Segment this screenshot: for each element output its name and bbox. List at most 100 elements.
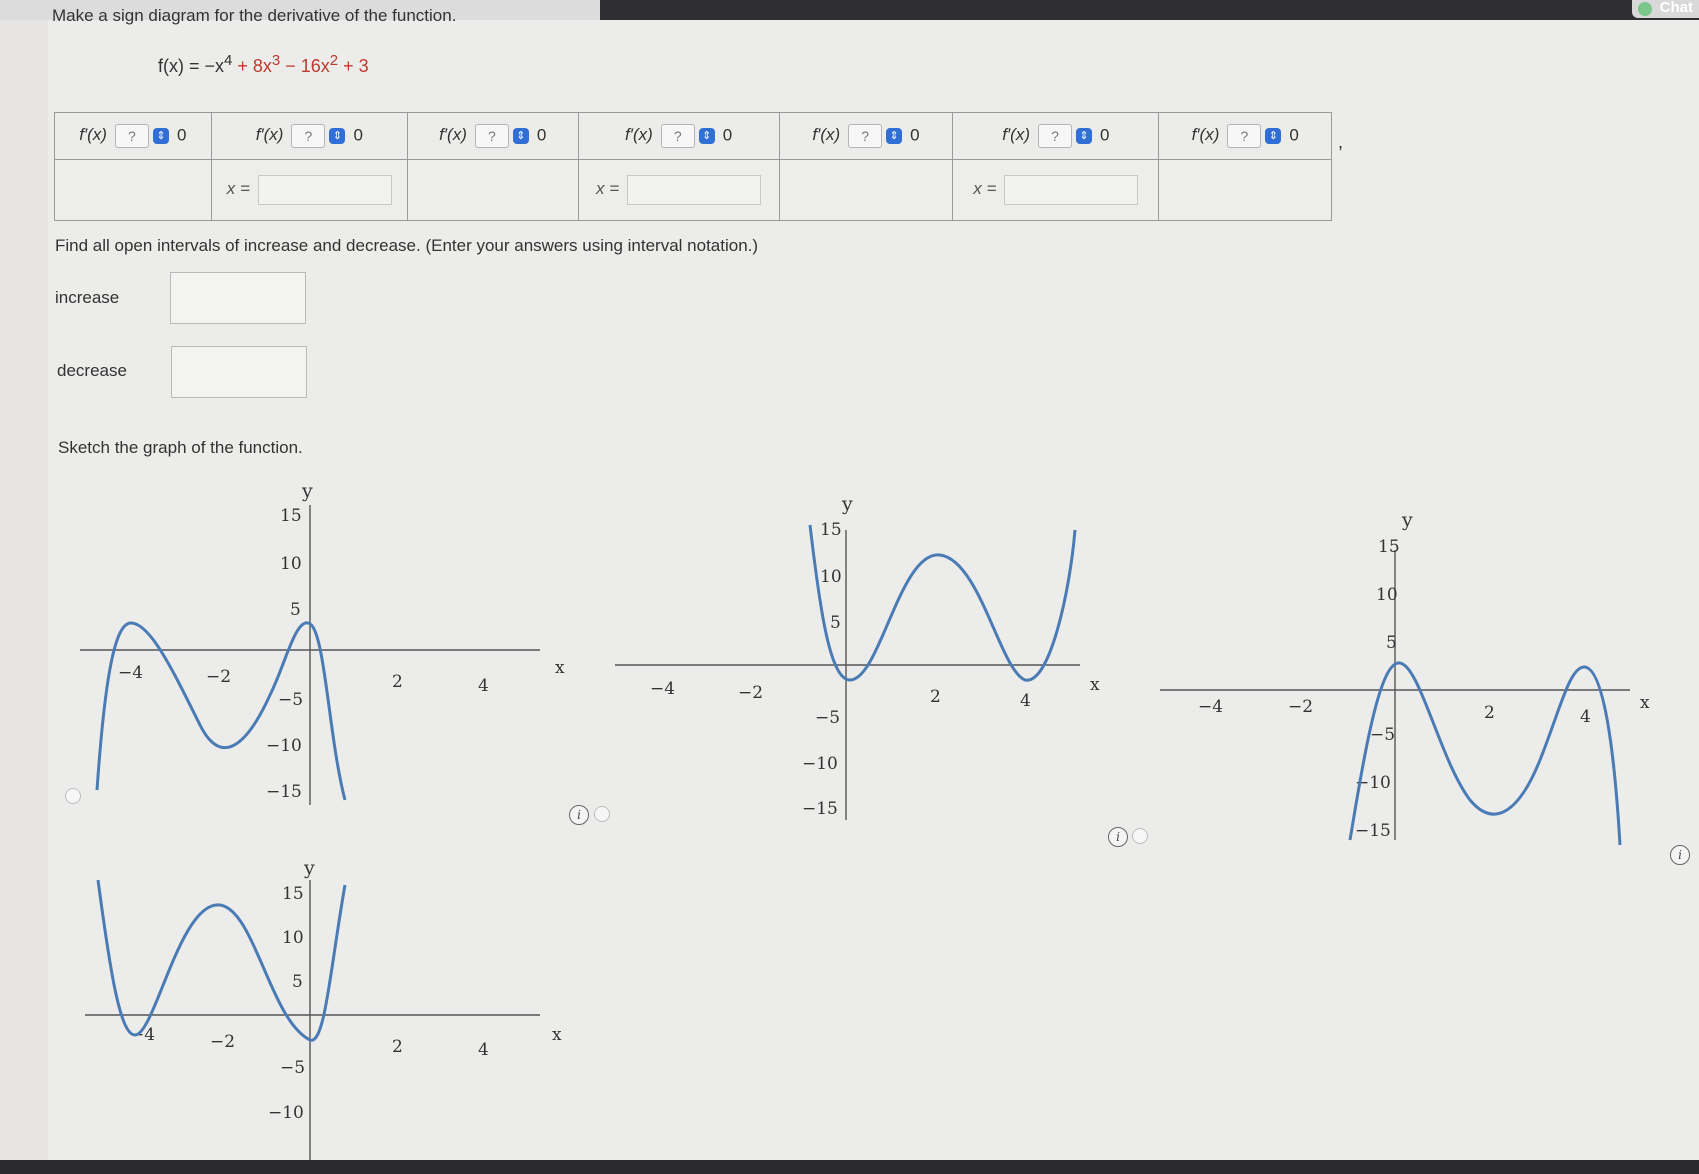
y-tick-label: −10 — [266, 736, 302, 756]
info-icon[interactable]: i — [1108, 827, 1128, 847]
x-tick-label: −2 — [738, 683, 763, 703]
x-tick-label: 4 — [478, 1040, 489, 1060]
x-tick-label: −4 — [650, 679, 675, 699]
sign-select[interactable]: ? — [848, 124, 883, 148]
select-arrow-icon[interactable]: ⇕ — [698, 128, 715, 144]
critical-points-row: x = x = x = — [54, 159, 1332, 221]
sign-cell: f′(x)? ⇕ 0 — [778, 112, 954, 160]
sign-select[interactable]: ? — [474, 124, 509, 148]
zero-label: 0 — [353, 125, 363, 145]
x-equals-label: x = — [973, 179, 997, 199]
fprime-label: f′(x) — [625, 125, 653, 145]
sign-cell: f′(x)? ⇕ 0 — [210, 112, 408, 160]
info-icon[interactable]: i — [569, 805, 589, 825]
sketch-instruction: Sketch the graph of the function. — [58, 438, 303, 457]
sign-row: f′(x)? ⇕ 0 f′(x)? ⇕ 0 f′(x)? ⇕ 0 f′(x)? ⇕ 0 f′(x… — [54, 112, 1332, 160]
zero-label: 0 — [536, 125, 547, 145]
y-tick-label: 10 — [282, 928, 304, 948]
y-tick-label: 15 — [280, 506, 302, 526]
zero-label: 0 — [910, 125, 920, 145]
select-arrow-icon[interactable]: ⇕ — [152, 128, 169, 144]
sign-cell: f′(x)? ⇕ 0 — [952, 112, 1160, 160]
info-icon[interactable]: i — [1670, 845, 1690, 865]
y-tick-label: 15 — [1378, 537, 1400, 557]
x-tick-label: −4 — [1198, 697, 1223, 717]
sign-cell: f′(x)? ⇕ 0 — [54, 112, 212, 160]
x-tick-label: 4 — [1580, 707, 1591, 727]
y-tick-label: −5 — [1370, 725, 1395, 745]
y-tick-label: 5 — [292, 972, 303, 992]
sign-select[interactable]: ? — [1037, 124, 1072, 148]
chat-button[interactable]: Chat — [1631, 0, 1699, 18]
select-arrow-icon[interactable]: ⇕ — [886, 128, 903, 144]
empty-cell — [54, 159, 212, 221]
fprime-label: f′(x) — [255, 125, 284, 145]
function-expression: f(x) = −x4 + 8x3 − 16x2 + 3 — [158, 52, 369, 76]
decrease-label: decrease — [57, 361, 127, 380]
select-arrow-icon[interactable]: ⇕ — [1075, 128, 1092, 144]
y-axis-label: y — [301, 480, 313, 502]
x-axis-label: x — [555, 658, 565, 678]
x-axis-label: x — [1640, 693, 1650, 713]
fprime-label: f′(x) — [79, 125, 107, 145]
x-tick-label: 2 — [1484, 703, 1495, 723]
select-arrow-icon[interactable]: ⇕ — [1265, 128, 1282, 144]
graph-option-a[interactable]: x y −4 −2 2 4 15 10 5 −5 −10 −15 — [70, 475, 570, 815]
x-tick-label: 2 — [392, 1037, 403, 1057]
function-curve — [808, 524, 1077, 682]
x-tick-label: −2 — [1288, 697, 1313, 717]
radio-option-a[interactable] — [65, 788, 81, 804]
y-axis-label: y — [841, 493, 853, 515]
y-tick-label: 15 — [282, 884, 304, 904]
graph-option-d[interactable]: x y −4 −2 2 4 15 10 5 −5 −10 — [70, 850, 570, 1160]
fprime-label: f′(x) — [1191, 125, 1220, 145]
x-equals-label: x = — [596, 179, 620, 199]
y-tick-label: −5 — [278, 690, 303, 710]
decrease-input[interactable] — [171, 346, 307, 398]
critical-point-input[interactable] — [627, 175, 762, 205]
zero-label: 0 — [1289, 125, 1299, 145]
y-tick-label: 10 — [1376, 585, 1398, 605]
x-tick-label: 2 — [930, 687, 941, 707]
y-tick-label: 10 — [280, 554, 302, 574]
intervals-instruction: Find all open intervals of increase and … — [55, 236, 759, 255]
select-arrow-icon[interactable]: ⇕ — [329, 128, 346, 144]
graph-option-b[interactable]: x y −4 −2 2 4 15 10 5 −5 −10 −15 — [610, 490, 1110, 830]
trailing-comma: , — [1338, 132, 1344, 152]
select-arrow-icon[interactable]: ⇕ — [512, 128, 529, 144]
y-tick-label: 15 — [820, 520, 842, 540]
radio-option-c[interactable] — [1132, 828, 1148, 844]
screen-bottom-edge — [0, 1160, 1699, 1174]
y-tick-label: 5 — [830, 613, 841, 633]
sign-select[interactable]: ? — [1227, 124, 1262, 148]
sign-select[interactable]: ? — [291, 124, 326, 148]
y-tick-label: −15 — [802, 799, 838, 819]
increase-input[interactable] — [170, 272, 306, 324]
x-axis-label: x — [1090, 675, 1100, 695]
critical-point-input[interactable] — [257, 175, 392, 205]
empty-cell — [1158, 159, 1332, 221]
graph-option-c[interactable]: x y −4 −2 2 4 15 10 5 −5 −10 −15 — [1150, 500, 1670, 850]
y-axis-label: y — [303, 857, 315, 879]
y-tick-label: 5 — [290, 600, 301, 620]
sign-select[interactable]: ? — [114, 124, 149, 148]
critical-point-input[interactable] — [1004, 175, 1139, 205]
y-tick-label: −5 — [280, 1058, 305, 1078]
x-tick-label: 4 — [478, 676, 489, 696]
y-tick-label: −15 — [266, 782, 302, 802]
function-curve — [96, 879, 347, 1042]
increase-label: increase — [55, 288, 120, 307]
fprime-label: f′(x) — [439, 125, 467, 145]
sign-diagram-table: f′(x)? ⇕ 0 f′(x)? ⇕ 0 f′(x)? ⇕ 0 f′(x)? ⇕ 0 f′(x… — [54, 112, 1332, 221]
sign-cell: f′(x)? ⇕ 0 — [1158, 112, 1332, 160]
x-tick-label: −2 — [210, 1032, 235, 1052]
sign-select[interactable]: ? — [660, 124, 695, 148]
zero-label: 0 — [176, 125, 187, 145]
y-tick-label: −5 — [815, 708, 840, 728]
x-axis-label: x — [552, 1025, 562, 1045]
y-tick-label: 5 — [1386, 633, 1397, 653]
sign-cell: f′(x)? ⇕ 0 — [577, 112, 780, 160]
y-tick-label: −10 — [802, 754, 838, 774]
radio-option-b[interactable] — [594, 806, 610, 822]
x-tick-label: −4 — [118, 663, 143, 683]
